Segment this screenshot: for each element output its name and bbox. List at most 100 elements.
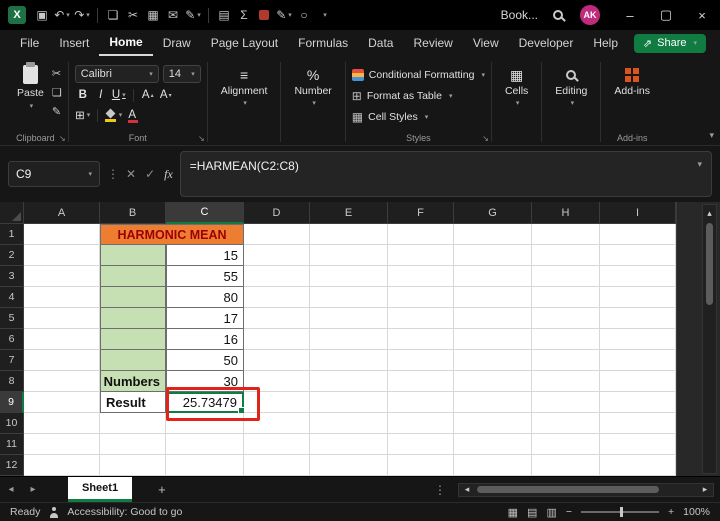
cell[interactable] — [24, 413, 100, 434]
row-header-6[interactable]: 6 — [0, 329, 24, 350]
cell[interactable] — [388, 392, 454, 413]
cell-styles-button[interactable]: ▦ Cell Styles — [352, 107, 485, 126]
print-icon[interactable]: ▤ — [214, 3, 234, 27]
column-header-c[interactable]: C — [166, 202, 244, 224]
cell[interactable] — [100, 455, 166, 476]
zoom-slider[interactable] — [581, 507, 659, 517]
cell[interactable] — [244, 308, 310, 329]
font-color-button[interactable]: A — [124, 107, 140, 123]
cell[interactable] — [100, 350, 166, 371]
cell[interactable] — [532, 329, 600, 350]
cell[interactable] — [310, 287, 388, 308]
cell[interactable] — [244, 413, 310, 434]
cell[interactable] — [388, 266, 454, 287]
cell[interactable] — [388, 350, 454, 371]
cell[interactable] — [600, 434, 676, 455]
cell[interactable] — [532, 350, 600, 371]
column-header-h[interactable]: H — [532, 202, 600, 224]
fill-color-button[interactable] — [104, 107, 123, 123]
row-header-3[interactable]: 3 — [0, 266, 24, 287]
column-header-i[interactable]: I — [600, 202, 676, 224]
cell[interactable] — [388, 287, 454, 308]
autosave-ring-icon[interactable]: ○ — [294, 3, 314, 27]
vertical-scrollbar-thumb[interactable] — [706, 223, 713, 305]
cell[interactable] — [388, 224, 454, 245]
paste-button[interactable]: Paste — [9, 61, 52, 130]
cell-b8-numbers-label[interactable]: Numbers — [100, 371, 166, 392]
copy-button[interactable]: ❏ — [52, 85, 62, 100]
clipboard-dialog-launcher[interactable]: ↘ — [59, 134, 66, 143]
formula-input[interactable]: =HARMEAN(C2:C8) ▾ — [179, 151, 712, 197]
cut-icon[interactable]: ✂ — [123, 3, 143, 27]
tab-insert[interactable]: Insert — [49, 32, 99, 55]
cell[interactable] — [310, 350, 388, 371]
cell[interactable] — [310, 371, 388, 392]
scroll-left-icon[interactable]: ◂ — [459, 484, 475, 495]
cell[interactable] — [600, 392, 676, 413]
new-sheet-button[interactable]: + — [158, 482, 166, 497]
row-header-12[interactable]: 12 — [0, 455, 24, 476]
italic-button[interactable]: I — [93, 87, 109, 103]
cell[interactable] — [600, 455, 676, 476]
column-header-a[interactable]: A — [24, 202, 100, 224]
bold-button[interactable]: B — [75, 87, 91, 103]
tab-help[interactable]: Help — [583, 32, 628, 55]
cell[interactable] — [600, 266, 676, 287]
cell[interactable] — [454, 434, 532, 455]
cell[interactable] — [24, 224, 100, 245]
cell[interactable] — [24, 371, 100, 392]
cell-b9-result-label[interactable]: Result — [100, 392, 166, 413]
cell[interactable] — [532, 308, 600, 329]
tab-developer[interactable]: Developer — [509, 32, 584, 55]
cell[interactable] — [600, 371, 676, 392]
cell[interactable] — [454, 455, 532, 476]
expand-formula-bar-icon[interactable]: ▾ — [697, 159, 702, 170]
borders-button[interactable]: ⊞ — [75, 107, 91, 123]
cell[interactable] — [600, 224, 676, 245]
cell[interactable] — [454, 413, 532, 434]
cell-c4[interactable]: 80 — [166, 287, 244, 308]
accessibility-status[interactable]: Accessibility: Good to go — [67, 506, 182, 518]
cell[interactable] — [532, 224, 600, 245]
cell[interactable] — [600, 308, 676, 329]
cell[interactable] — [388, 371, 454, 392]
cell[interactable] — [310, 413, 388, 434]
column-header-f[interactable]: F — [388, 202, 454, 224]
cell[interactable] — [388, 329, 454, 350]
cell[interactable] — [532, 392, 600, 413]
cell[interactable] — [388, 434, 454, 455]
cell[interactable] — [100, 245, 166, 266]
tab-view[interactable]: View — [463, 32, 509, 55]
format-painter-button[interactable]: ✎ — [52, 104, 62, 119]
tab-page-layout[interactable]: Page Layout — [201, 32, 288, 55]
cell[interactable] — [454, 371, 532, 392]
alignment-button[interactable]: ≡ Alignment — [214, 61, 275, 130]
sheet-nav-right-icon[interactable]: ▸ — [22, 484, 44, 495]
cell[interactable] — [244, 350, 310, 371]
pen-icon[interactable]: ✎ — [274, 3, 294, 27]
underline-button[interactable]: U — [111, 87, 127, 103]
select-all-button[interactable] — [0, 202, 24, 224]
cell-c2[interactable]: 15 — [166, 245, 244, 266]
cell[interactable] — [24, 308, 100, 329]
cell[interactable] — [600, 329, 676, 350]
cell[interactable] — [532, 371, 600, 392]
font-dialog-launcher[interactable]: ↘ — [198, 134, 205, 143]
cell-c7[interactable]: 50 — [166, 350, 244, 371]
tab-draw[interactable]: Draw — [153, 32, 201, 55]
cell[interactable] — [244, 329, 310, 350]
confirm-entry-icon[interactable]: ✓ — [145, 167, 155, 181]
column-header-b[interactable]: B — [100, 202, 166, 224]
save-icon[interactable]: ▣ — [32, 3, 52, 27]
tab-home[interactable]: Home — [99, 31, 153, 56]
name-box[interactable]: C9 — [8, 161, 100, 187]
zoom-level[interactable]: 100% — [683, 506, 710, 518]
row-header-4[interactable]: 4 — [0, 287, 24, 308]
cells-button[interactable]: ▦ Cells — [498, 61, 535, 130]
cell[interactable] — [24, 329, 100, 350]
cell[interactable] — [100, 266, 166, 287]
styles-dialog-launcher[interactable]: ↘ — [482, 134, 489, 143]
cell[interactable] — [24, 350, 100, 371]
cell[interactable] — [532, 455, 600, 476]
scroll-right-icon[interactable]: ▸ — [697, 484, 713, 495]
